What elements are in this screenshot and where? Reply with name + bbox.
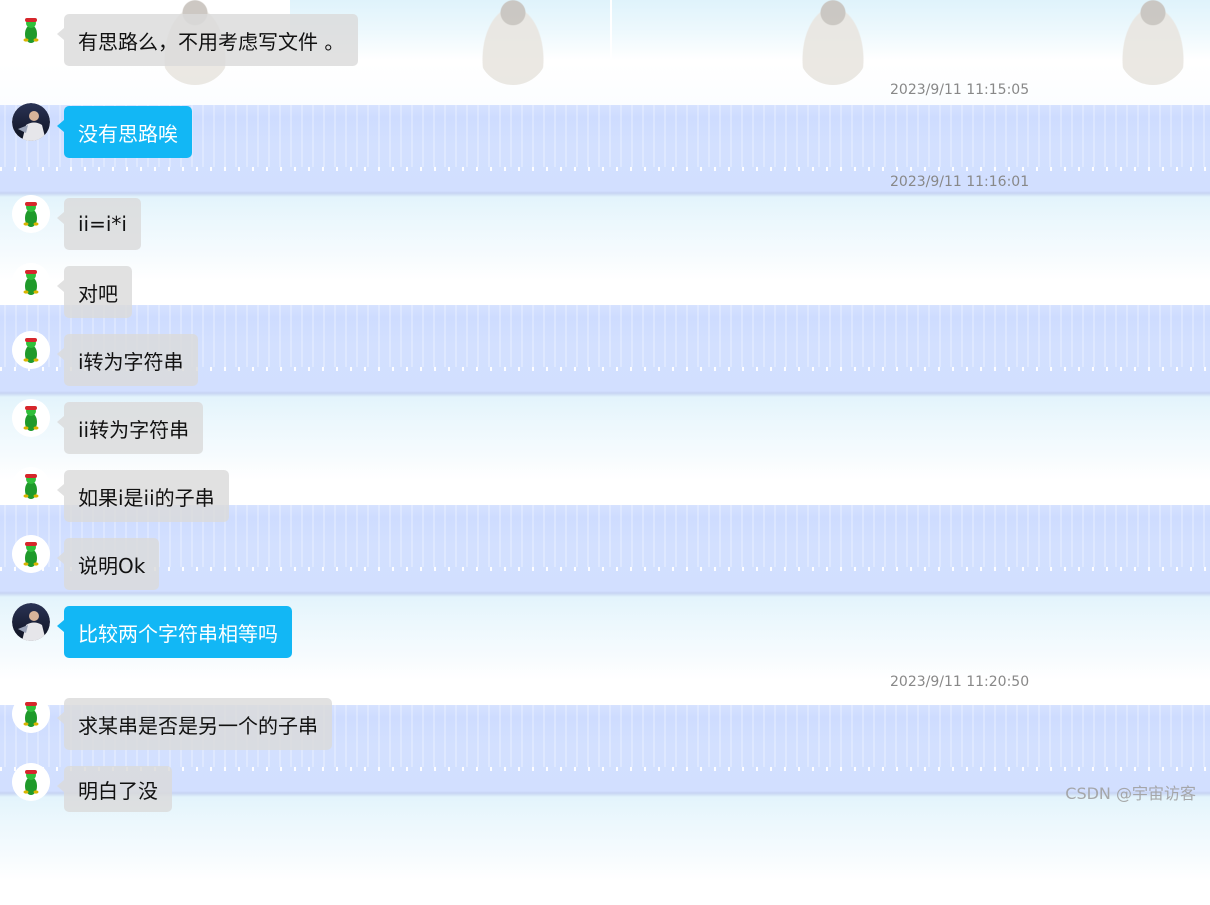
green-turtle-avatar-icon <box>12 535 50 573</box>
message-text: 求某串是否是另一个的子串 <box>78 713 318 738</box>
message-timestamp: 2023/9/11 11:15:05 <box>890 82 1030 98</box>
message-text: 没有思路唉 <box>78 121 178 146</box>
message-bubble[interactable]: 如果i是ii的子串 <box>57 470 229 522</box>
message-text: 对吧 <box>78 281 118 306</box>
message-text: ii=i*i <box>78 212 127 236</box>
message-text: 说明Ok <box>78 553 146 578</box>
green-turtle-avatar-icon[interactable] <box>12 11 50 49</box>
photo-avatar-icon[interactable] <box>12 103 50 141</box>
message-timestamp: 2023/9/11 11:16:01 <box>890 174 1030 190</box>
watermark: CSDN @宇宙访客 <box>1065 784 1196 803</box>
message-timestamp: 2023/9/11 11:20:50 <box>890 674 1030 690</box>
photo-avatar-icon <box>12 103 50 141</box>
green-turtle-avatar-icon <box>12 763 50 801</box>
message-text: 明白了没 <box>78 778 158 803</box>
message-bubble[interactable]: 明白了没 <box>57 766 172 812</box>
message-text: ii转为字符串 <box>78 417 190 442</box>
message-text: 比较两个字符串相等吗 <box>78 621 278 646</box>
green-turtle-avatar-icon[interactable] <box>12 399 50 437</box>
green-turtle-avatar-icon[interactable] <box>12 195 50 233</box>
green-turtle-avatar-icon[interactable] <box>12 331 50 369</box>
message-bubble[interactable]: ii转为字符串 <box>56 402 204 454</box>
green-turtle-avatar-icon[interactable] <box>12 535 50 573</box>
chat-message-list: 有思路么，不用考虑写文件 。 2023/9/11 11:15:05 没有思路唉 <box>0 0 1210 812</box>
message-bubble[interactable]: 比较两个字符串相等吗 <box>57 606 292 658</box>
message-bubble[interactable]: i转为字符串 <box>57 334 198 386</box>
message-bubble[interactable]: 说明Ok <box>56 538 160 590</box>
green-turtle-avatar-icon <box>12 467 50 505</box>
green-turtle-avatar-icon[interactable] <box>12 763 50 801</box>
green-turtle-avatar-icon <box>12 331 50 369</box>
green-turtle-avatar-icon[interactable] <box>12 467 50 505</box>
message-text: 如果i是ii的子串 <box>78 485 215 510</box>
green-turtle-avatar-icon <box>12 195 50 233</box>
message-bubble[interactable]: 对吧 <box>57 266 132 318</box>
green-turtle-avatar-icon <box>12 263 50 301</box>
message-bubble[interactable]: ii=i*i <box>57 198 141 250</box>
photo-avatar-icon[interactable] <box>12 603 50 641</box>
message-bubble[interactable]: 求某串是否是另一个的子串 <box>57 698 332 750</box>
message-text: i转为字符串 <box>78 349 184 374</box>
green-turtle-avatar-icon[interactable] <box>12 695 50 733</box>
message-bubble[interactable]: 有思路么，不用考虑写文件 。 <box>56 14 359 66</box>
green-turtle-avatar-icon[interactable] <box>12 263 50 301</box>
green-turtle-avatar-icon <box>12 695 50 733</box>
green-turtle-avatar-icon <box>12 11 50 49</box>
message-text: 有思路么，不用考虑写文件 。 <box>78 29 345 54</box>
photo-avatar-icon <box>12 603 50 641</box>
message-bubble[interactable]: 没有思路唉 <box>57 106 192 158</box>
green-turtle-avatar-icon <box>12 399 50 437</box>
